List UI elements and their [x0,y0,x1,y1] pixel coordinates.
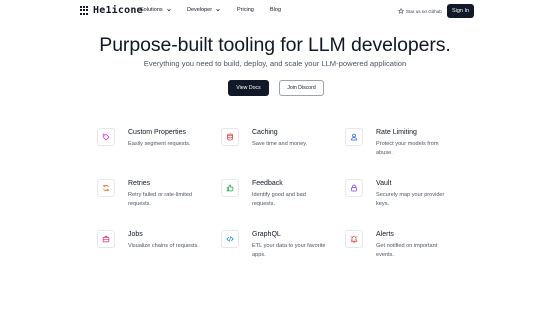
refresh-icon [103,184,109,192]
feature-description: Securely map your provider keys. [376,192,445,207]
feature-icon-box [221,230,239,248]
feature-title: GraphQL [252,231,281,238]
nav-link-label: Pricing [237,7,254,13]
feature-icon-box [97,230,115,248]
view-docs-button[interactable]: View Docs [228,80,269,96]
github-label: Star us on Github [406,8,442,14]
chevron-down-icon [166,9,171,12]
feature-title: Custom Properties [128,129,186,136]
feature-vault: Vault Securely map your provider keys. [345,179,465,219]
feature-caching: Caching Save time and money. [221,128,341,168]
feature-custom-properties: Custom Properties Easily segment request… [97,128,217,168]
feature-jobs: Jobs Visualize chains of requests. [97,230,217,270]
chevron-down-icon [216,9,220,12]
feature-title: Caching [252,129,278,136]
feature-description: Protect your models from abuse. [376,141,439,156]
feature-description: Visualize chains of requests. [128,243,199,249]
nav-link-blog[interactable]: Blog [270,7,281,13]
top-nav: He1icone Solutions Developer Pricing Blo… [0,0,550,24]
feature-title: Retries [128,180,151,187]
feature-title: Alerts [376,231,394,238]
feature-title: Feedback [252,180,283,187]
feature-icon-box [345,179,363,197]
tag-icon [102,133,110,141]
nav-link-pricing[interactable]: Pricing [237,7,254,13]
database-icon [227,133,233,141]
bell-alert-icon [350,236,358,243]
feature-graphql: GraphQL ETL your data to your favorite a… [221,230,341,270]
hero-subtitle: Everything you need to build, deploy, an… [143,59,407,68]
nav-link-label: Developer [187,7,213,13]
join-discord-button[interactable]: Join Discord [279,80,324,96]
feature-title: Vault [376,180,392,187]
feature-icon-box [221,128,239,146]
github-star-link[interactable]: Star us on Github [398,8,442,14]
feature-description: Identify good and bad requests. [252,192,306,207]
code-icon [226,236,234,242]
lock-icon [351,184,357,192]
nav-link-label: Solutions [140,7,163,13]
feature-rate-limiting: Rate Limiting Protect your models from a… [345,128,465,168]
feature-description: Easily segment requests. [128,141,191,147]
feature-icon-box [345,230,363,248]
briefcase-icon [102,236,110,243]
thumbs-up-icon [226,184,234,192]
feature-feedback: Feedback Identify good and bad requests. [221,179,341,219]
user-icon [351,133,357,141]
feature-retries: Retries Retry failed or rate-limited req… [97,179,217,219]
feature-description: ETL your data to your favorite apps. [252,243,326,258]
feature-description: Save time and money. [252,141,308,147]
feature-icon-box [97,128,115,146]
hero-title: Purpose-built tooling for LLM developers… [99,34,451,56]
nav-link-label: Blog [270,7,282,13]
feature-title: Rate Limiting [376,129,417,136]
sign-in-button[interactable]: Sign In [447,4,474,18]
nav-link-solutions[interactable]: Solutions [140,7,172,13]
feature-icon-box [221,179,239,197]
feature-icon-box [345,128,363,146]
feature-description: Get notified on important events. [376,243,438,258]
feature-description: Retry failed or rate-limited requests. [128,192,193,207]
star-icon [398,8,404,14]
feature-alerts: Alerts Get notified on important events. [345,230,465,270]
nav-link-developer[interactable]: Developer [187,7,221,13]
feature-title: Jobs [128,231,143,238]
feature-icon-box [97,179,115,197]
